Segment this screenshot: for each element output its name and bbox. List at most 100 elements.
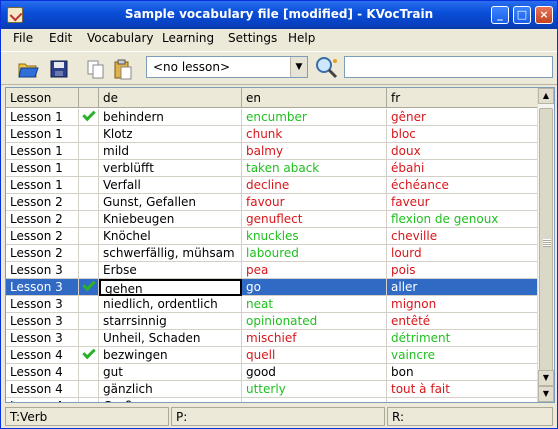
table-row[interactable]: Lesson 2 Gunst, Gefallen favour faveur <box>6 194 538 211</box>
cell-status[interactable] <box>79 313 99 330</box>
cell-lesson[interactable]: Lesson 4 <box>6 347 79 364</box>
cell-lesson[interactable]: Lesson 2 <box>6 194 79 211</box>
cell-fr[interactable]: vaincre <box>387 347 538 364</box>
cell-fr[interactable]: ébahi <box>387 160 538 177</box>
cell-status[interactable] <box>79 126 99 143</box>
cell-fr[interactable]: bloc <box>387 126 538 143</box>
cell-de[interactable]: starrsinnig <box>99 313 242 330</box>
vertical-scrollbar[interactable]: ▲ ▼ ▼ <box>537 88 554 402</box>
open-folder-icon[interactable] <box>17 58 39 80</box>
table-row[interactable]: Lesson 1 mild balmy doux <box>6 143 538 160</box>
cell-en[interactable] <box>242 398 387 402</box>
cell-lesson[interactable]: Lesson 3 <box>6 279 79 296</box>
cell-en[interactable]: genuflect <box>242 211 387 228</box>
scroll-thumb[interactable] <box>539 108 553 378</box>
cell-fr[interactable]: tout à fait <box>387 381 538 398</box>
chevron-down-icon[interactable]: ▼ <box>290 57 307 77</box>
table-row[interactable]: Lesson 3 starrsinnig opinionated entêté <box>6 313 538 330</box>
table-row[interactable]: Lesson 2 schwerfällig, mühsam laboured lour… <box>6 245 538 262</box>
table-row[interactable]: Lesson 3 Unheil, Schaden mischief détriment <box>6 330 538 347</box>
cell-lesson[interactable]: Lesson 1 <box>6 160 79 177</box>
cell-en[interactable]: taken aback <box>242 160 387 177</box>
cell-lesson[interactable]: Lesson 1 <box>6 126 79 143</box>
cell-status[interactable] <box>79 296 99 313</box>
cell-lesson[interactable]: Lesson 3 <box>6 262 79 279</box>
menu-settings[interactable]: Settings <box>228 31 277 45</box>
search-input[interactable] <box>344 56 553 78</box>
cell-en[interactable]: good <box>242 364 387 381</box>
scroll-up-icon[interactable]: ▲ <box>538 88 554 104</box>
table-row[interactable]: Lesson 3 gehen go aller <box>6 279 538 296</box>
cell-en[interactable]: pea <box>242 262 387 279</box>
cell-de[interactable]: mild <box>99 143 242 160</box>
cell-status[interactable] <box>79 211 99 228</box>
cell-fr[interactable]: mignon <box>387 296 538 313</box>
cell-fr[interactable]: doux <box>387 143 538 160</box>
cell-en[interactable]: quell <box>242 347 387 364</box>
menu-learning[interactable]: Learning <box>162 31 214 45</box>
table-row[interactable]: Lesson 3 Erbse pea pois <box>6 262 538 279</box>
cell-fr[interactable]: pois <box>387 262 538 279</box>
cell-de[interactable]: gehen <box>99 279 242 296</box>
cell-status[interactable] <box>79 177 99 194</box>
cell-de[interactable]: niedlich, ordentlich <box>99 296 242 313</box>
cell-status[interactable] <box>79 194 99 211</box>
table-row[interactable]: Lesson 3 niedlich, ordentlich neat mignon <box>6 296 538 313</box>
cell-fr[interactable]: faveur <box>387 194 538 211</box>
lesson-select[interactable]: <no lesson> ▼ <box>146 56 308 78</box>
table-row[interactable]: Lesson 1 Verfall decline échéance <box>6 177 538 194</box>
cell-en[interactable]: chunk <box>242 126 387 143</box>
cell-en[interactable]: neat <box>242 296 387 313</box>
cell-fr[interactable] <box>387 398 538 402</box>
search-icon[interactable] <box>314 55 340 81</box>
cell-fr[interactable]: lourd <box>387 245 538 262</box>
cell-lesson[interactable]: Lesson 1 <box>6 177 79 194</box>
cell-en[interactable]: knuckles <box>242 228 387 245</box>
cell-de[interactable]: behindern <box>99 109 242 126</box>
cell-status[interactable] <box>79 330 99 347</box>
cell-de[interactable]: Unheil, Schaden <box>99 330 242 347</box>
cell-lesson[interactable]: Lesson 2 <box>6 211 79 228</box>
paste-icon[interactable] <box>112 58 134 80</box>
table-row[interactable]: Lesson 4 bezwingen quell vaincre <box>6 347 538 364</box>
cell-fr[interactable]: gêner <box>387 109 538 126</box>
copy-icon[interactable] <box>85 58 107 80</box>
cell-fr[interactable]: flexion de genoux <box>387 211 538 228</box>
table-row[interactable]: Lesson 1 verblüfft taken aback ébahi <box>6 160 538 177</box>
table-row[interactable]: Lesson 1 behindern encumber gêner <box>6 109 538 126</box>
cell-de[interactable]: schwerfällig, mühsam <box>99 245 242 262</box>
cell-de[interactable]: Gunst, Gefallen <box>99 194 242 211</box>
minimize-button[interactable]: _ <box>491 6 509 24</box>
cell-fr[interactable]: bon <box>387 364 538 381</box>
cell-lesson[interactable]: Lesson 1 <box>6 143 79 160</box>
cell-lesson[interactable]: Lesson 1 <box>6 109 79 126</box>
scroll-down-icon[interactable]: ▼ <box>538 386 554 402</box>
cell-en[interactable]: balmy <box>242 143 387 160</box>
cell-de[interactable]: Knöchel <box>99 228 242 245</box>
column-header-lesson[interactable]: Lesson <box>6 88 79 108</box>
menu-vocabulary[interactable]: Vocabulary <box>87 31 154 45</box>
cell-lesson[interactable]: Lesson 4 <box>6 364 79 381</box>
cell-en[interactable]: utterly <box>242 381 387 398</box>
column-header-en[interactable]: en <box>242 88 387 108</box>
cell-status[interactable] <box>79 364 99 381</box>
menu-edit[interactable]: Edit <box>49 31 72 45</box>
cell-lesson[interactable]: Lesson 3 <box>6 330 79 347</box>
table-row[interactable]: Lesson 2 Kniebeugen genuflect flexion de ge… <box>6 211 538 228</box>
menu-file[interactable]: File <box>13 31 33 45</box>
cell-status[interactable] <box>79 262 99 279</box>
cell-en[interactable]: laboured <box>242 245 387 262</box>
cell-de[interactable]: bezwingen <box>99 347 242 364</box>
table-row[interactable]: Lesson 1 Klotz chunk bloc <box>6 126 538 143</box>
cell-status[interactable] <box>79 347 99 364</box>
cell-lesson[interactable]: Lesson 3 <box>6 296 79 313</box>
scroll-down-icon[interactable]: ▼ <box>538 370 554 386</box>
cell-en[interactable]: mischief <box>242 330 387 347</box>
cell-de[interactable]: gut <box>99 364 242 381</box>
cell-lesson[interactable]: Lesson 4 <box>6 398 79 402</box>
cell-de[interactable]: gänzlich <box>99 381 242 398</box>
close-button[interactable]: × <box>535 6 553 24</box>
cell-en[interactable]: opinionated <box>242 313 387 330</box>
cell-de[interactable]: Erbse <box>99 262 242 279</box>
cell-status[interactable] <box>79 109 99 126</box>
